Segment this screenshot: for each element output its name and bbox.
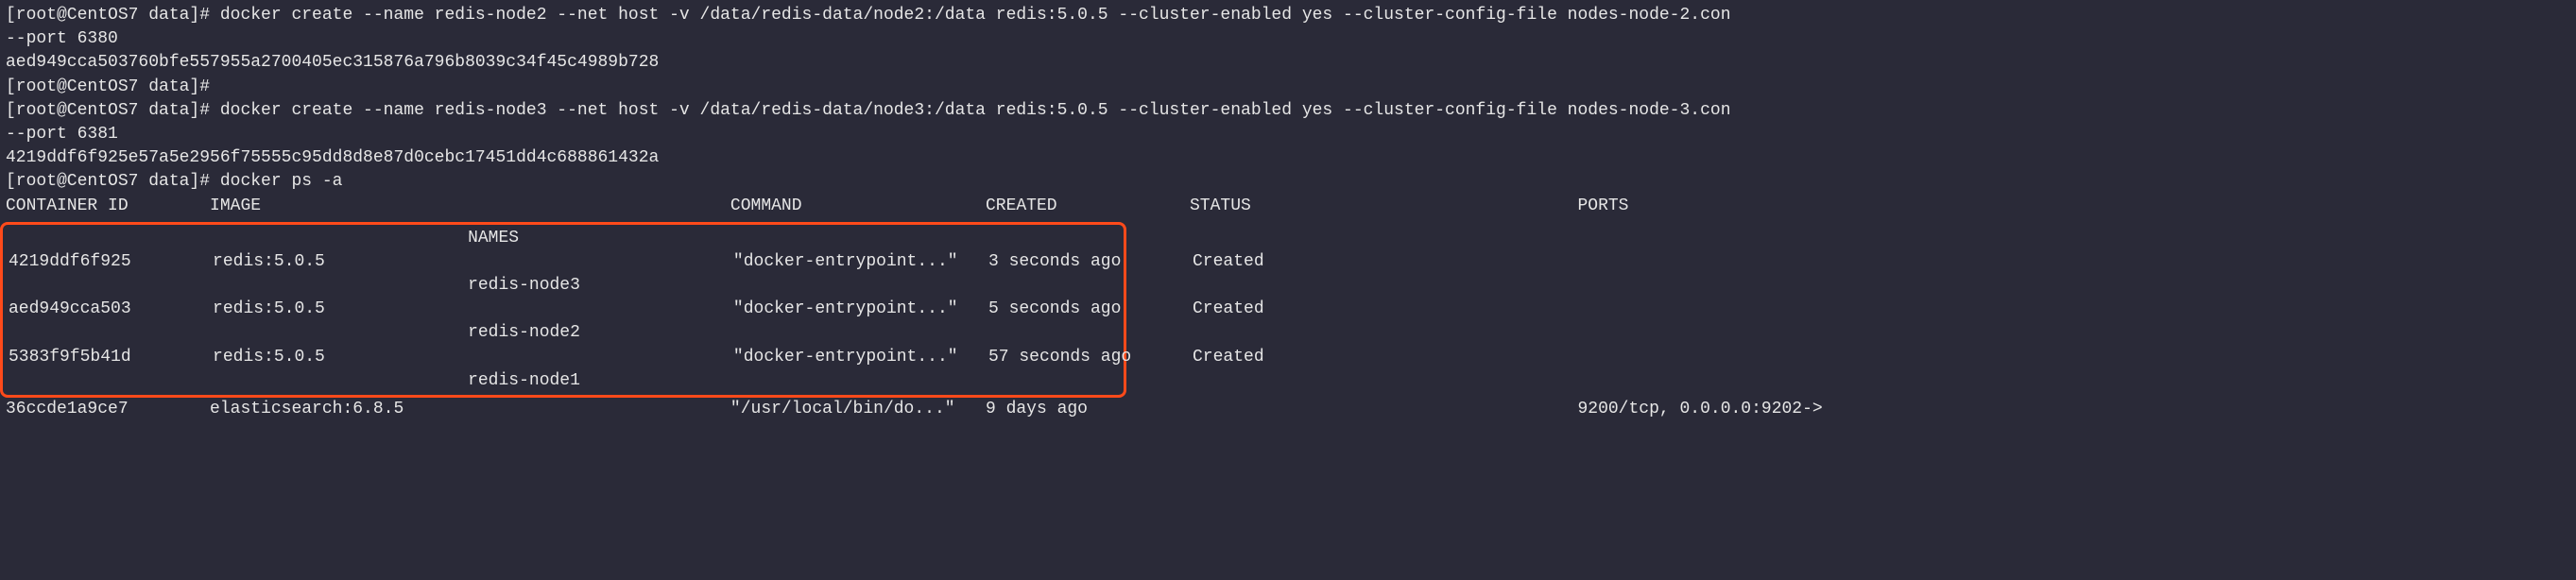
table-row: 5383f9f5b41d redis:5.0.5 "docker-entrypo… xyxy=(9,346,1122,369)
table-row: aed949cca503 redis:5.0.5 "docker-entrypo… xyxy=(9,298,1122,321)
terminal-line: --port 6381 xyxy=(6,123,2570,146)
table-row-name: redis-node1 xyxy=(9,369,1122,393)
table-header: CONTAINER ID IMAGE COMMAND CREATED STATU… xyxy=(6,195,2570,218)
terminal-line: [root@CentOS7 data]# docker create --nam… xyxy=(6,4,2570,27)
terminal-line: [root@CentOS7 data]# docker create --nam… xyxy=(6,99,2570,123)
terminal-line: --port 6380 xyxy=(6,27,2570,51)
table-row-name: redis-node3 xyxy=(9,274,1122,298)
table-row-name: redis-node2 xyxy=(9,321,1122,345)
table-names-header: NAMES xyxy=(9,227,1122,250)
table-row: 36ccde1a9ce7 elasticsearch:6.8.5 "/usr/l… xyxy=(6,398,2570,421)
terminal-line: [root@CentOS7 data]# docker ps -a xyxy=(6,170,2570,194)
highlight-annotation: NAMES 4219ddf6f925 redis:5.0.5 "docker-e… xyxy=(0,222,1126,398)
terminal-output: aed949cca503760bfe557955a2700405ec315876… xyxy=(6,51,2570,75)
terminal-output: 4219ddf6f925e57a5e2956f75555c95dd8d8e87d… xyxy=(6,146,2570,170)
table-row: 4219ddf6f925 redis:5.0.5 "docker-entrypo… xyxy=(9,250,1122,274)
terminal-prompt: [root@CentOS7 data]# xyxy=(6,76,2570,99)
